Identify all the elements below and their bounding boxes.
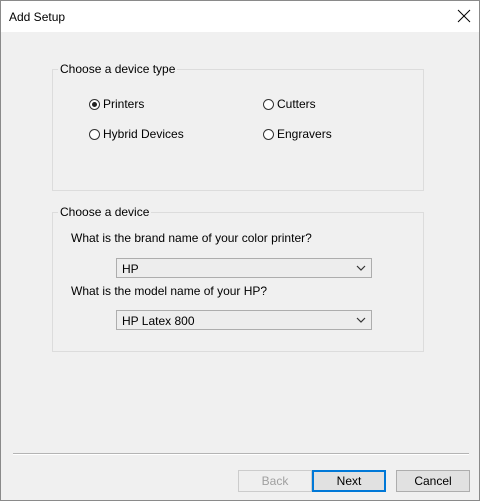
device-type-group-label: Choose a device type	[58, 62, 178, 76]
next-button[interactable]: Next	[312, 470, 386, 492]
chevron-down-icon	[356, 317, 366, 323]
radio-engravers[interactable]: Engravers	[263, 127, 332, 141]
model-prompt: What is the model name of your HP?	[71, 284, 268, 298]
radio-label: Cutters	[277, 97, 316, 111]
radio-label: Printers	[103, 97, 145, 111]
cancel-button[interactable]: Cancel	[396, 470, 470, 492]
device-type-group: Choose a device type Printers Cutters Hy…	[52, 62, 424, 191]
model-select-value: HP Latex 800	[122, 314, 195, 328]
window-title: Add Setup	[9, 10, 66, 24]
back-button[interactable]: Back	[238, 470, 312, 492]
brand-select-value: HP	[122, 262, 139, 276]
title-bar: Add Setup	[1, 1, 479, 32]
radio-checked-icon	[89, 98, 100, 110]
device-group: Choose a device What is the brand name o…	[52, 205, 424, 352]
chevron-down-icon	[356, 265, 366, 271]
radio-hybrid-devices[interactable]: Hybrid Devices	[89, 127, 184, 141]
radio-unchecked-icon	[263, 98, 274, 110]
radio-label: Hybrid Devices	[103, 127, 184, 141]
radio-unchecked-icon	[89, 128, 100, 140]
radio-unchecked-icon	[263, 128, 274, 140]
close-button[interactable]	[449, 1, 479, 31]
radio-cutters[interactable]: Cutters	[263, 97, 316, 111]
close-icon	[457, 9, 471, 23]
model-select[interactable]: HP Latex 800	[116, 310, 372, 330]
add-setup-dialog: Add Setup Choose a device type Printers …	[0, 0, 480, 501]
brand-select[interactable]: HP	[116, 258, 372, 278]
device-group-label: Choose a device	[58, 205, 152, 219]
footer-separator	[13, 453, 469, 455]
brand-prompt: What is the brand name of your color pri…	[71, 231, 312, 245]
radio-label: Engravers	[277, 127, 332, 141]
radio-printers[interactable]: Printers	[89, 97, 144, 111]
